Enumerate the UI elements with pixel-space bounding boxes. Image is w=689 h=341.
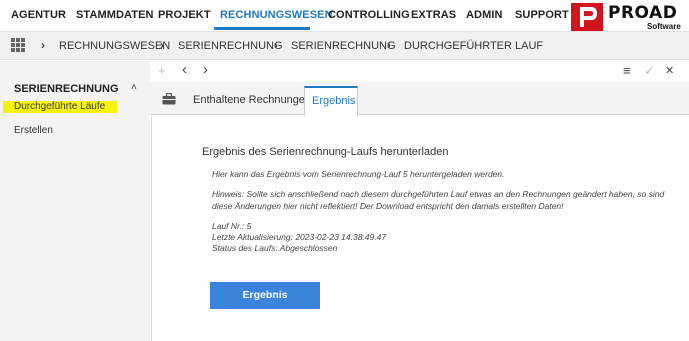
nav-admin[interactable]: ADMIN (466, 9, 503, 21)
breadcrumb-item-serienrechnung[interactable]: SERIENRECHNUNG (178, 40, 283, 52)
apps-grid-icon[interactable] (11, 38, 26, 53)
tab-ergebnis[interactable]: Ergebnis (304, 86, 358, 116)
sidebar: SERIENRECHNUNG ˄ Durchgeführte Läufe Ers… (0, 61, 150, 341)
tab-enthaltene-rechnungen[interactable]: Enthaltene Rechnungen (193, 94, 311, 106)
nav-extras[interactable]: EXTRAS (411, 9, 456, 21)
download-result-button[interactable]: Ergebnis herunterladen (210, 282, 320, 328)
breadcrumb-item-serienrechnung-2[interactable]: SERIENRECHNUNG (291, 40, 396, 52)
active-nav-underline (214, 27, 310, 30)
logo-subtitle: Software (647, 22, 681, 31)
chevron-right-icon: › (160, 38, 164, 52)
breadcrumb-item-durchgefuehrter-lauf: DURCHGEFÜHRTER LAUF (404, 40, 544, 52)
run-status: Status des Laufs: Abgeschlossen (212, 243, 338, 253)
breadcrumb-item-rechnungswesen[interactable]: RECHNUNGSWESEN (59, 40, 170, 52)
nav-support[interactable]: SUPPORT (515, 9, 569, 21)
nav-controlling[interactable]: CONTROLLING (328, 9, 410, 21)
last-update: Letzte Aktualisierung: 2023-02-23 14:38:… (212, 232, 387, 242)
hint-text-line-2: diese Änderungen hier nicht reflektiert!… (212, 201, 564, 211)
sidebar-item-erstellen[interactable]: Erstellen (14, 125, 53, 136)
toolbar: + ‹ › ≡ ✓ ✕ (150, 61, 689, 82)
nav-stammdaten[interactable]: STAMMDATEN (76, 9, 154, 21)
nav-agentur[interactable]: AGENTUR (11, 9, 66, 21)
back-icon[interactable]: ‹ (182, 61, 187, 78)
chevron-right-icon: › (387, 38, 391, 52)
chevron-right-icon: › (274, 38, 278, 52)
hint-text-line-1: Hinweis: Sollte sich anschließend nach d… (212, 189, 665, 199)
sidebar-item-durchgefuehrte-laeufe[interactable]: Durchgeführte Läufe (14, 101, 105, 112)
tab-ergebnis-label: Ergebnis (312, 95, 356, 107)
chevron-right-icon: › (41, 38, 45, 52)
menu-icon[interactable]: ≡ (623, 63, 631, 78)
intro-text: Hier kann das Ergebnis vom Serienrechnun… (212, 169, 505, 179)
add-icon[interactable]: + (158, 63, 166, 78)
close-icon[interactable]: ✕ (665, 64, 674, 77)
breadcrumb: › RECHNUNGSWESEN › SERIENRECHNUNG › SERI… (0, 31, 689, 60)
run-number: Lauf Nr.: 5 (212, 221, 252, 231)
proad-logo-mark-icon (571, 3, 603, 31)
sidebar-heading: SERIENRECHNUNG (14, 83, 119, 95)
forward-icon[interactable]: › (203, 61, 208, 78)
chevron-up-icon[interactable]: ˄ (131, 82, 137, 93)
briefcase-icon[interactable] (162, 93, 176, 105)
panel-title: Ergebnis des Serienrechnung-Laufs herunt… (202, 146, 449, 158)
nav-rechnungswesen[interactable]: RECHNUNGSWESEN (220, 9, 333, 21)
nav-projekt[interactable]: PROJEKT (158, 9, 211, 21)
logo-wordmark: PROAD (608, 3, 678, 23)
confirm-icon[interactable]: ✓ (644, 63, 655, 79)
proad-logo: PROAD Software (571, 3, 689, 31)
